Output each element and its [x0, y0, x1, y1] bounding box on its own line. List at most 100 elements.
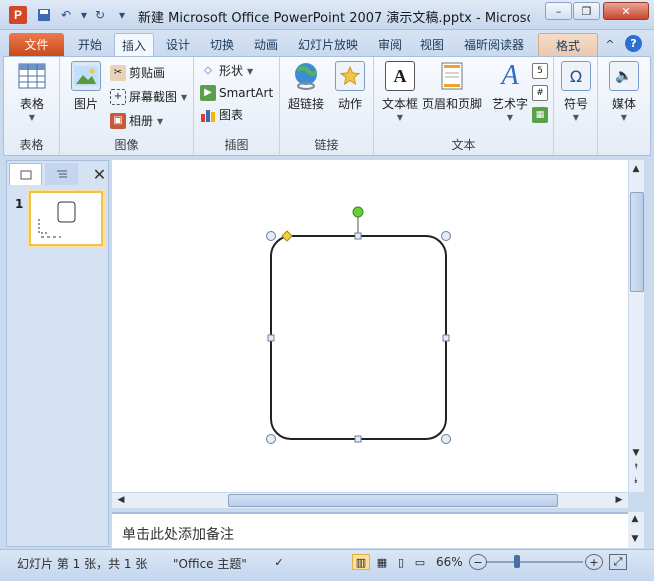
screenshot-label: 屏幕截图	[129, 90, 178, 104]
scroll-down-icon[interactable]: ▼	[629, 448, 643, 458]
resize-handle-bottom[interactable]	[354, 435, 362, 443]
save-icon[interactable]	[36, 7, 52, 23]
symbol-button[interactable]: Ω 符号 ▼	[554, 61, 598, 122]
group-label-table: 表格	[19, 138, 44, 152]
speaker-icon: 🔈	[609, 61, 639, 91]
powerpoint-logo-icon[interactable]: P	[9, 6, 27, 24]
zoom-slider-thumb[interactable]	[514, 555, 520, 568]
tab-insert[interactable]: 插入	[114, 33, 154, 56]
date-time-icon[interactable]: 5	[532, 63, 548, 79]
shapes-label: 形状	[219, 64, 244, 78]
action-button[interactable]: 动作	[328, 61, 372, 112]
tab-review[interactable]: 审阅	[372, 33, 408, 56]
picture-button[interactable]: 图片	[64, 61, 108, 112]
slide-canvas[interactable]	[112, 160, 628, 492]
smartart-button[interactable]: ▶ SmartArt	[200, 83, 273, 102]
tab-foxit[interactable]: 福昕阅读器	[458, 33, 530, 56]
tab-format[interactable]: 格式	[538, 33, 598, 56]
textbox-button[interactable]: A 文本框 ▼	[378, 61, 422, 122]
minimize-button[interactable]: –	[545, 2, 572, 20]
next-slide-icon[interactable]: ⯯	[629, 476, 643, 486]
vertical-scrollbar[interactable]: ▲ ▼ ⯭ ⯯	[628, 160, 644, 492]
scroll-right-icon[interactable]: ▶	[612, 495, 626, 505]
help-icon[interactable]: ?	[625, 35, 642, 52]
zoom-level[interactable]: 66%	[436, 555, 463, 569]
hyperlink-label: 超链接	[287, 97, 324, 111]
vertical-scroll-thumb[interactable]	[630, 192, 644, 292]
slideshow-view-icon[interactable]: ▭	[411, 554, 429, 570]
resize-handle-bottom-right[interactable]	[441, 434, 451, 444]
chart-button[interactable]: 图表	[200, 105, 243, 124]
group-text: A 文本框 ▼ 页眉和页脚 A 艺术字 ▼ 5 # ▦ 文本	[374, 57, 554, 155]
spell-check-icon[interactable]: ✓	[270, 554, 288, 570]
reading-view-icon[interactable]: ▯	[392, 554, 410, 570]
scroll-left-icon[interactable]: ◀	[114, 495, 128, 505]
fit-to-window-icon[interactable]: ⤢	[609, 554, 627, 570]
tab-file[interactable]: 文件	[9, 33, 64, 56]
slide-number: 1	[15, 197, 24, 211]
shapes-button[interactable]: ◇ 形状 ▼	[200, 61, 253, 80]
normal-view-icon[interactable]: ▥	[352, 554, 370, 570]
tab-design[interactable]: 设计	[160, 33, 196, 56]
globe-link-icon	[291, 61, 321, 91]
zoom-in-icon[interactable]: +	[585, 554, 603, 570]
omega-icon: Ω	[561, 61, 591, 91]
zoom-out-icon[interactable]: −	[469, 554, 487, 570]
resize-handle-top-left[interactable]	[266, 231, 276, 241]
rounded-rectangle-shape[interactable]	[270, 235, 447, 440]
horizontal-scroll-thumb[interactable]	[228, 494, 558, 507]
horizontal-scrollbar[interactable]: ◀ ▶	[112, 492, 628, 508]
scroll-up-icon[interactable]: ▲	[628, 514, 642, 524]
window-title: 新建 Microsoft Office PowerPoint 2007 演示文稿…	[138, 11, 530, 26]
shapes-icon: ◇	[204, 65, 212, 76]
scroll-down-icon[interactable]: ▼	[628, 534, 642, 544]
album-button[interactable]: ▣ 相册 ▼	[110, 111, 163, 130]
table-icon	[17, 61, 47, 91]
tab-transitions[interactable]: 切换	[204, 33, 240, 56]
media-label: 媒体	[611, 97, 636, 111]
clipart-button[interactable]: ✂ 剪贴画	[110, 63, 165, 82]
chevron-down-icon: ▼	[572, 113, 580, 122]
object-icon[interactable]: ▦	[532, 107, 548, 123]
zoom-slider[interactable]	[487, 561, 583, 563]
close-button[interactable]: ✕	[603, 2, 649, 20]
rotation-handle[interactable]	[352, 206, 364, 218]
outline-tab-icon[interactable]	[45, 163, 78, 185]
maximize-button[interactable]: ❐	[573, 2, 600, 20]
table-button[interactable]: 表格 ▼	[10, 61, 54, 122]
resize-handle-right[interactable]	[442, 334, 450, 342]
tab-view[interactable]: 视图	[414, 33, 450, 56]
previous-slide-icon[interactable]: ⯭	[629, 462, 643, 472]
resize-handle-bottom-left[interactable]	[266, 434, 276, 444]
hyperlink-button[interactable]: 超链接	[284, 61, 328, 112]
table-label: 表格	[19, 97, 44, 111]
group-images: 图片 ✂ 剪贴画 + 屏幕截图 ▼ ▣ 相册 ▼ 图像	[60, 57, 194, 155]
customize-qat-icon[interactable]: ▾	[114, 7, 130, 23]
resize-handle-left[interactable]	[267, 334, 275, 342]
notes-pane[interactable]: 单击此处添加备注	[112, 512, 628, 548]
resize-handle-top[interactable]	[354, 232, 362, 240]
theme-status[interactable]: "Office 主题"	[173, 555, 247, 572]
tab-slideshow[interactable]: 幻灯片放映	[292, 33, 364, 56]
group-label-text: 文本	[451, 138, 476, 152]
screenshot-button[interactable]: + 屏幕截图 ▼	[110, 87, 187, 106]
undo-icon[interactable]: ↶	[58, 7, 74, 23]
notes-scrollbar[interactable]: ▲ ▼	[628, 512, 644, 548]
slides-tab-icon[interactable]	[9, 163, 42, 185]
scroll-up-icon[interactable]: ▲	[629, 164, 643, 174]
minimize-ribbon-icon[interactable]: ^	[602, 33, 618, 56]
chart-icon	[200, 107, 216, 123]
tab-animations[interactable]: 动画	[248, 33, 284, 56]
redo-icon[interactable]: ↻	[92, 7, 108, 23]
slide-drawing	[266, 206, 451, 444]
media-button[interactable]: 🔈 媒体 ▼	[602, 61, 646, 122]
slide-thumbnail[interactable]	[29, 191, 103, 246]
slide-sorter-view-icon[interactable]: ▦	[373, 554, 391, 570]
undo-dropdown-icon[interactable]: ▾	[76, 7, 92, 23]
tab-home[interactable]: 开始	[72, 33, 108, 56]
header-footer-button[interactable]: 页眉和页脚	[422, 61, 482, 112]
slide-number-icon[interactable]: #	[532, 85, 548, 101]
wordart-button[interactable]: A 艺术字 ▼	[488, 60, 532, 122]
resize-handle-top-right[interactable]	[441, 231, 451, 241]
picture-label: 图片	[73, 97, 98, 111]
